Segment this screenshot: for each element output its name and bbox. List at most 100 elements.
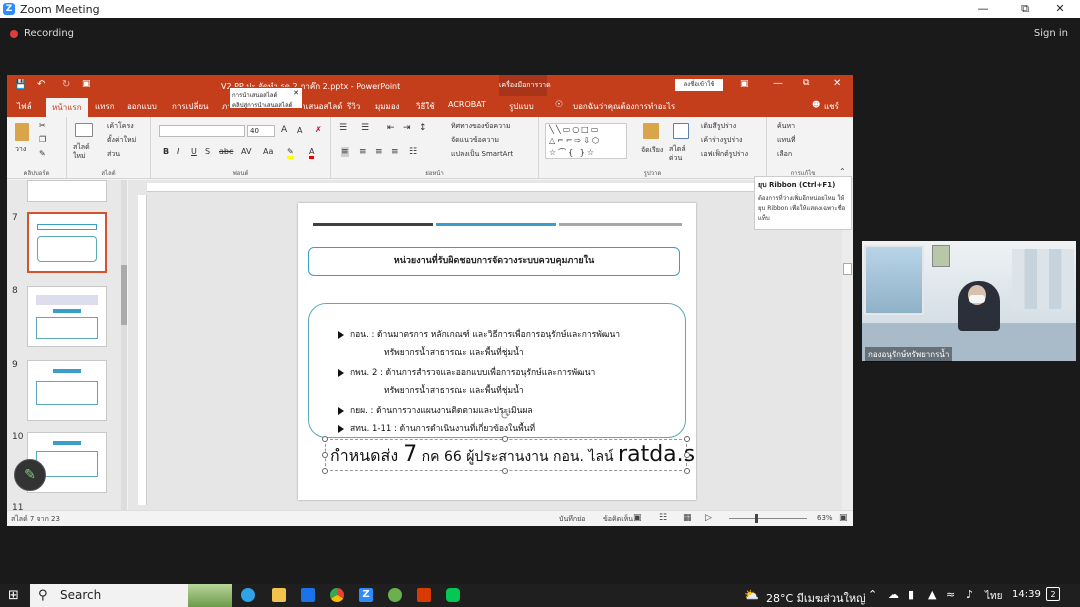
highlight-icon[interactable]: ✎ xyxy=(287,147,294,159)
resize-handle[interactable] xyxy=(322,436,328,442)
change-case-icon[interactable]: Aa xyxy=(263,147,273,156)
taskbar-search[interactable]: ⚲ Search xyxy=(30,584,232,607)
share-button[interactable]: แชร์ xyxy=(824,100,839,113)
ribbon-display-icon[interactable]: ▣ xyxy=(740,79,749,89)
tab-file[interactable]: ไฟล์ xyxy=(17,100,32,113)
volume-icon[interactable]: ♪ xyxy=(966,588,973,601)
tab-help[interactable]: วิธีใช้ xyxy=(416,100,435,113)
thumbnail-9[interactable] xyxy=(27,360,107,421)
new-slide-icon[interactable] xyxy=(75,123,93,137)
text-direction-button[interactable]: ทิศทางของข้อความ xyxy=(451,121,511,132)
shape-row3-icon[interactable]: ☆⌒{ }☆ xyxy=(549,147,596,158)
increase-indent-icon[interactable]: ⇥ xyxy=(403,123,411,133)
tab-insert[interactable]: แทรก xyxy=(95,100,115,113)
ppt-minimize-icon[interactable]: — xyxy=(773,78,783,89)
thumbnail-7[interactable] xyxy=(27,212,107,273)
paste-label[interactable]: วาง xyxy=(15,144,26,155)
shape-effects-button[interactable]: เอฟเฟ็กต์รูปร่าง xyxy=(701,149,748,160)
shape-row2-icon[interactable]: △⌐⌐⇨⇩⬡ xyxy=(549,136,601,145)
arrange-icon[interactable] xyxy=(643,123,659,139)
network-icon[interactable]: ▲ xyxy=(928,588,936,601)
font-size-combo[interactable]: 40 xyxy=(247,125,275,137)
show-hidden-icons[interactable]: ⌃ xyxy=(868,588,877,601)
minimize-icon[interactable]: — xyxy=(968,0,998,18)
resize-handle[interactable] xyxy=(684,468,690,474)
shape-fill-button[interactable]: เติมสีรูปร่าง xyxy=(701,121,736,132)
reset-button[interactable]: ตั้งค่าใหม่ xyxy=(107,135,136,146)
shadow-icon[interactable]: S xyxy=(205,147,210,156)
layout-button[interactable]: เค้าโครง xyxy=(107,121,134,132)
wifi-icon[interactable]: ≈ xyxy=(946,588,955,601)
redo-icon[interactable]: ↻ xyxy=(62,79,70,90)
line-spacing-icon[interactable]: ↕ xyxy=(419,123,427,133)
weather-icon[interactable]: ⛅ xyxy=(744,588,759,602)
thumbnail-scrollbar[interactable] xyxy=(121,180,127,510)
shape-row-icon[interactable]: ╲╲▭○□▭ xyxy=(549,125,600,134)
share-icon[interactable]: ☻ xyxy=(812,100,820,109)
grow-font-icon[interactable]: A xyxy=(281,125,287,135)
close-icon[interactable]: ✕ xyxy=(1045,0,1075,18)
resize-handle[interactable] xyxy=(502,436,508,442)
chrome-icon[interactable] xyxy=(330,588,344,602)
justify-icon[interactable]: ≡ xyxy=(391,147,399,157)
file-explorer-icon[interactable] xyxy=(272,588,286,602)
bold-icon[interactable]: B xyxy=(163,147,169,156)
columns-icon[interactable]: ☷ xyxy=(409,147,417,157)
thumbnail-8[interactable] xyxy=(27,286,107,347)
participant-video[interactable] xyxy=(862,241,1076,361)
zoom-taskbar-icon[interactable]: Z xyxy=(359,588,373,602)
shrink-font-icon[interactable]: A xyxy=(297,126,302,135)
acrobat-icon[interactable] xyxy=(417,588,431,602)
font-color-icon[interactable]: A xyxy=(309,147,315,159)
resize-handle[interactable] xyxy=(502,468,508,474)
tab-transitions[interactable]: การเปลี่ยน xyxy=(172,100,209,113)
char-spacing-icon[interactable]: AV xyxy=(241,147,251,156)
edge-icon[interactable] xyxy=(241,588,255,602)
current-slide[interactable]: หน่วยงานที่รับผิดชอบการจัดวางระบบควบคุมภ… xyxy=(298,203,696,500)
onedrive-icon[interactable]: ☁ xyxy=(888,588,899,601)
tooltip-close-icon[interactable]: ✕ xyxy=(293,89,299,97)
clear-format-icon[interactable]: ✗ xyxy=(315,125,322,134)
align-text-button[interactable]: จัดแนวข้อความ xyxy=(451,135,499,146)
resize-handle[interactable] xyxy=(684,452,690,458)
decrease-indent-icon[interactable]: ⇤ xyxy=(387,123,395,133)
clock[interactable]: 14:39 xyxy=(1012,589,1041,600)
paste-icon[interactable] xyxy=(15,123,29,141)
line-icon[interactable] xyxy=(446,588,460,602)
windows-start-icon[interactable]: ⊞ xyxy=(8,588,19,603)
normal-view-icon[interactable]: ▣ xyxy=(633,513,642,523)
tab-home[interactable]: หน้าแรก xyxy=(46,98,88,117)
slide-heading[interactable]: หน่วยงานที่รับผิดชอบการจัดวางระบบควบคุมภ… xyxy=(308,247,680,276)
underline-icon[interactable]: U xyxy=(191,147,197,156)
thumbnail-6[interactable] xyxy=(27,180,107,202)
numbering-icon[interactable]: ☰ xyxy=(361,123,369,133)
mail-icon[interactable] xyxy=(301,588,315,602)
arrange-label[interactable]: จัดเรียง xyxy=(641,145,663,156)
tab-format[interactable]: รูปแบบ xyxy=(509,100,534,113)
replace-button[interactable]: แทนที่ xyxy=(777,135,796,146)
ppt-maximize-icon[interactable]: ⧉ xyxy=(803,78,809,88)
find-button[interactable]: ค้นหา xyxy=(777,121,795,132)
collapse-ribbon-icon[interactable]: ⌃ xyxy=(839,167,846,176)
strikethrough-icon[interactable]: abc xyxy=(219,147,233,156)
undo-icon[interactable]: ↶ xyxy=(37,79,45,90)
select-button[interactable]: เลือก xyxy=(777,149,792,160)
comments-button[interactable]: ข้อคิดเห็น xyxy=(603,514,633,525)
zoom-slider[interactable] xyxy=(729,518,807,519)
tell-me-search[interactable]: บอกฉันว่าคุณต้องการทำอะไร xyxy=(573,100,675,113)
align-center-icon[interactable]: ≡ xyxy=(359,147,367,157)
align-right-icon[interactable]: ≡ xyxy=(375,147,383,157)
weather-text[interactable]: 28°C มีเมฆส่วนใหญ่ xyxy=(766,589,866,607)
section-button[interactable]: ส่วน xyxy=(107,149,120,160)
slideshow-view-icon[interactable]: ▷ xyxy=(705,513,712,523)
zoom-level[interactable]: 63% xyxy=(817,514,833,522)
copy-icon[interactable]: ❐ xyxy=(39,135,46,144)
ppt-signin-button[interactable]: ลงชื่อเข้าใช้ xyxy=(675,79,723,91)
italic-icon[interactable]: I xyxy=(177,147,179,156)
quick-styles-label[interactable]: สไตล์ด่วน xyxy=(669,145,693,163)
smartart-button[interactable]: แปลงเป็น SmartArt xyxy=(451,149,513,160)
cut-icon[interactable]: ✂ xyxy=(39,121,46,130)
slide-scrollbar[interactable] xyxy=(842,183,853,510)
present-icon[interactable]: ▣ xyxy=(82,79,91,89)
tab-view[interactable]: มุมมอง xyxy=(375,100,400,113)
